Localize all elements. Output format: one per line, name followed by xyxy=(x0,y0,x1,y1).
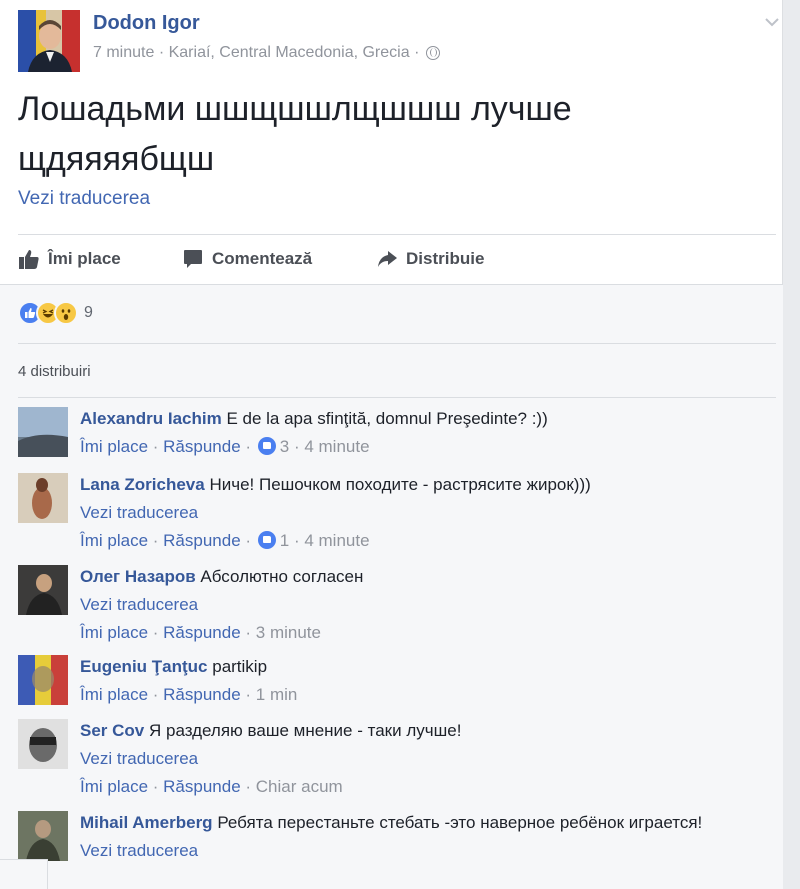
comment-text: E de la apa sfinţită, domnul Preşedinte?… xyxy=(226,409,548,428)
comment-body: Eugeniu Ţanţuc partikip Îmi place · Răsp… xyxy=(80,655,760,706)
like-button-label: Îmi place xyxy=(48,249,121,268)
comment-reply-link[interactable]: Răspunde xyxy=(163,623,241,642)
comment-meta: Îmi place · Răspunde · 3 · 4 minute xyxy=(80,437,370,456)
comment-button-label: Comentează xyxy=(212,249,313,268)
post-location[interactable]: Kariaí, Central Macedonia, Grecia xyxy=(169,44,410,61)
comment-like-link[interactable]: Îmi place xyxy=(80,531,148,550)
commenter-avatar[interactable] xyxy=(18,565,68,615)
commenter-name[interactable]: Олег Назаров xyxy=(80,567,196,586)
comment-reply-link[interactable]: Răspunde xyxy=(163,685,241,704)
post-time[interactable]: 7 minute xyxy=(93,44,154,61)
avatar-image xyxy=(18,719,68,769)
comment-reply-link[interactable]: Răspunde xyxy=(163,531,241,550)
thumbs-up-icon xyxy=(19,250,39,269)
avatar-image xyxy=(18,655,68,705)
divider xyxy=(18,397,776,398)
like-badge-icon xyxy=(257,531,276,549)
comment-like-count[interactable]: 3 xyxy=(280,437,289,456)
comment-time[interactable]: 1 min xyxy=(256,685,298,704)
see-translation-link[interactable]: Vezi traducerea xyxy=(18,188,150,210)
comment-body: Mihail Amerberg Ребята перестаньте стеба… xyxy=(80,811,760,862)
comment-like-link[interactable]: Îmi place xyxy=(80,777,148,796)
comment-meta: Îmi place · Răspunde · Chiar acum xyxy=(80,777,343,796)
post-text: Лошадьми шшщшшлщшшш лучше щдяяяябщш xyxy=(18,90,572,178)
comment-time[interactable]: 3 minute xyxy=(256,623,321,642)
comment-text: partikip xyxy=(212,657,268,676)
comment-reply-link[interactable]: Răspunde xyxy=(163,437,241,456)
see-translation-link[interactable]: Vezi traducerea xyxy=(80,501,760,524)
comment-text: Ребята перестаньте стебать -это наверное… xyxy=(217,813,703,832)
commenter-name[interactable]: Ser Cov xyxy=(80,721,144,740)
reaction-count: 9 xyxy=(84,304,93,321)
meta-separator: · xyxy=(158,44,169,61)
comment-time[interactable]: Chiar acum xyxy=(256,777,343,796)
divider xyxy=(18,343,776,344)
meta-separator: · xyxy=(414,44,424,61)
comment-body: Alexandru Iachim E de la apa sfinţită, d… xyxy=(80,407,760,458)
share-button[interactable]: Distribuie xyxy=(376,244,484,274)
comment-button[interactable]: Comentează xyxy=(182,244,312,274)
shares-count-link[interactable]: 4 distribuiri xyxy=(18,363,91,380)
comment-time[interactable]: 4 minute xyxy=(304,531,369,550)
commenter-name[interactable]: Mihail Amerberg xyxy=(80,813,213,832)
commenter-avatar[interactable] xyxy=(18,811,68,861)
author-name[interactable]: Dodon Igor xyxy=(93,12,200,35)
comment-reply-link[interactable]: Răspunde xyxy=(163,777,241,796)
comment-time[interactable]: 4 minute xyxy=(304,437,369,456)
post-header: Dodon Igor 7 minute · Kariaí, Central Ma… xyxy=(18,10,779,72)
comment-meta: Îmi place · Răspunde · 1 · 4 minute xyxy=(80,531,370,550)
wow-reaction-icon xyxy=(54,301,78,325)
comment-text: Абсолютно согласен xyxy=(200,567,364,586)
scroll-corner xyxy=(0,859,48,889)
commenter-name[interactable]: Eugeniu Ţanţuc xyxy=(80,657,208,676)
chevron-down-icon[interactable] xyxy=(762,12,782,32)
comment-meta: Îmi place · Răspunde · 3 minute xyxy=(80,623,321,642)
see-translation-link[interactable]: Vezi traducerea xyxy=(80,839,760,862)
comment-body: Олег Назаров Абсолютно согласен Vezi tra… xyxy=(80,565,760,644)
share-button-label: Distribuie xyxy=(406,249,485,268)
comment-like-link[interactable]: Îmi place xyxy=(80,437,148,456)
reactions-summary[interactable]: 9 xyxy=(18,301,93,325)
like-badge-icon xyxy=(257,437,276,455)
see-translation-link[interactable]: Vezi traducerea xyxy=(80,593,760,616)
comment-text: Я разделяю ваше мнение - таки лучше! xyxy=(148,721,462,740)
comment-like-count[interactable]: 1 xyxy=(280,531,289,550)
commenter-avatar[interactable] xyxy=(18,655,68,705)
post-card: Dodon Igor 7 minute · Kariaí, Central Ma… xyxy=(0,0,783,889)
comment-icon xyxy=(184,250,202,268)
commenter-avatar[interactable] xyxy=(18,719,68,769)
comment-meta: Îmi place · Răspunde · 1 min xyxy=(80,685,298,704)
see-translation-link[interactable]: Vezi traducerea xyxy=(80,747,760,770)
comment-like-link[interactable]: Îmi place xyxy=(80,623,148,642)
divider xyxy=(18,234,776,235)
comment-text: Ниче! Пешочком походите - растрясите жир… xyxy=(209,475,591,494)
commenter-name[interactable]: Lana Zoricheva xyxy=(80,475,205,494)
like-button[interactable]: Îmi place xyxy=(18,244,121,274)
share-arrow-icon xyxy=(378,251,397,267)
avatar-image xyxy=(18,10,80,72)
avatar-image xyxy=(18,811,68,861)
author-avatar[interactable] xyxy=(18,10,80,72)
post-meta: 7 minute · Kariaí, Central Macedonia, Gr… xyxy=(93,44,440,62)
avatar-image xyxy=(18,473,68,523)
comment-body: Lana Zoricheva Ниче! Пешочком походите -… xyxy=(80,473,760,552)
commenter-avatar[interactable] xyxy=(18,407,68,457)
avatar-image xyxy=(18,407,68,457)
commenter-avatar[interactable] xyxy=(18,473,68,523)
avatar-image xyxy=(18,565,68,615)
comment-body: Ser Cov Я разделяю ваше мнение - таки лу… xyxy=(80,719,760,798)
comment-like-link[interactable]: Îmi place xyxy=(80,685,148,704)
feedback-section: 9 4 distribuiri Alexandru Iachim E de la… xyxy=(0,284,783,889)
commenter-name[interactable]: Alexandru Iachim xyxy=(80,409,222,428)
globe-icon[interactable] xyxy=(425,46,440,60)
